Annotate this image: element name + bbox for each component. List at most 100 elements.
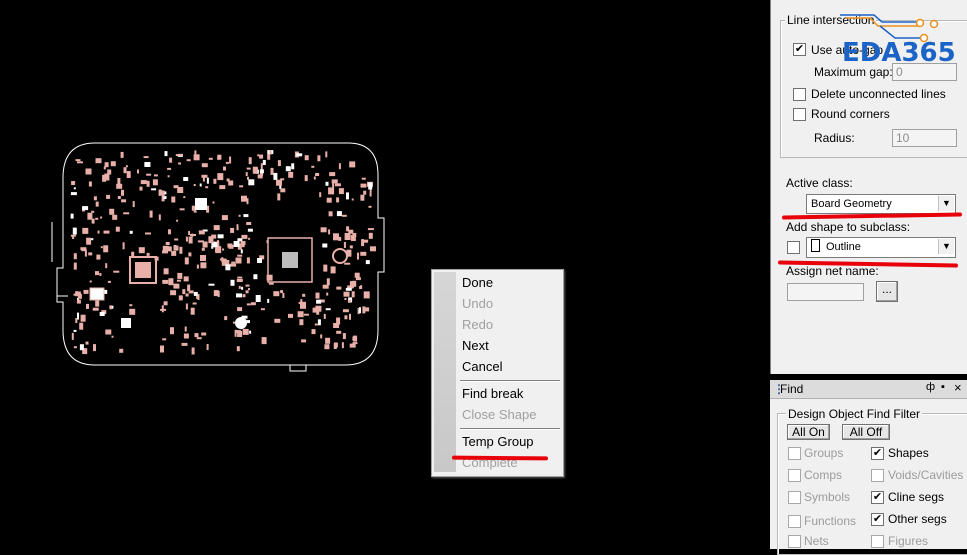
component-pad <box>217 155 221 160</box>
chevron-down-icon[interactable]: ▼ <box>938 196 954 211</box>
component-pad <box>236 224 239 231</box>
component-pad <box>215 248 220 252</box>
component-pad <box>299 319 304 326</box>
restore-icon[interactable]: ▪ <box>941 381 945 393</box>
round-corners-checkbox[interactable] <box>793 108 806 121</box>
component-pad <box>208 157 213 160</box>
component-pad <box>226 178 230 182</box>
browse-net-button[interactable]: ... <box>876 281 898 302</box>
component-pad <box>125 165 128 168</box>
pcb-board-view[interactable] <box>0 0 763 549</box>
component-pad <box>93 196 97 201</box>
component-pad <box>217 234 224 239</box>
component-pad <box>319 192 322 198</box>
round-corners-label: Round corners <box>811 107 890 121</box>
menu-item-cancel[interactable]: Cancel <box>462 359 502 374</box>
component-pad <box>105 329 112 335</box>
all-off-button[interactable]: All Off <box>842 424 890 440</box>
menu-item-temp-group[interactable]: Temp Group <box>462 434 534 449</box>
component-pad <box>363 239 369 243</box>
component-ring-2 <box>235 317 247 329</box>
menu-item-redo[interactable]: Redo <box>462 317 493 332</box>
component-pad <box>325 308 331 311</box>
net-name-field[interactable] <box>787 283 864 301</box>
board-notch <box>289 365 307 372</box>
cline-segs-checkbox[interactable]: ✔ <box>871 491 884 504</box>
all-on-button[interactable]: All On <box>787 424 830 440</box>
component-pad <box>104 173 110 181</box>
component-pad <box>201 174 208 178</box>
component-ring <box>332 248 348 264</box>
figures-checkbox[interactable] <box>871 535 884 548</box>
component-pad <box>201 163 208 168</box>
subclass-dropdown[interactable]: Outline ▼ <box>806 237 956 258</box>
component-pad <box>129 308 136 315</box>
component-pad <box>193 184 196 186</box>
component-pad <box>113 270 120 273</box>
voids-checkbox[interactable] <box>871 469 884 482</box>
component-pad <box>349 313 351 320</box>
radius-label: Radius: <box>814 131 855 145</box>
delete-unconnected-checkbox[interactable] <box>793 88 806 101</box>
other-segs-checkbox[interactable]: ✔ <box>871 513 884 526</box>
comps-checkbox[interactable] <box>788 469 801 482</box>
menu-item-undo[interactable]: Undo <box>462 296 493 311</box>
component-pad <box>205 186 209 189</box>
component-pad <box>242 294 246 298</box>
pin-icon[interactable]: ф <box>926 381 935 393</box>
component-pad <box>280 290 284 294</box>
nets-checkbox[interactable] <box>788 535 801 548</box>
component-pad <box>365 260 370 265</box>
shapes-checkbox[interactable]: ✔ <box>871 447 884 460</box>
component-pad <box>160 345 164 353</box>
component-pad <box>208 236 214 244</box>
close-icon[interactable]: × <box>954 380 962 395</box>
radius-field[interactable]: 10 <box>892 129 957 147</box>
groups-checkbox[interactable] <box>788 447 801 460</box>
component-pad <box>317 319 321 326</box>
component-pad <box>349 343 356 348</box>
component-pad <box>81 249 86 252</box>
component-pad <box>219 185 226 190</box>
component-pad <box>270 167 274 175</box>
component-pad <box>171 196 176 203</box>
subclass-checkbox[interactable] <box>787 241 800 254</box>
menu-item-find-break[interactable]: Find break <box>462 386 523 401</box>
component-pad <box>236 293 242 298</box>
component-pad <box>192 302 197 305</box>
component-pad <box>291 163 295 170</box>
component-pad <box>257 258 262 263</box>
design-canvas[interactable]: Done Undo Redo Next Cancel Find break Cl… <box>0 0 763 549</box>
menu-item-done[interactable]: Done <box>462 275 493 290</box>
component-pad <box>75 291 79 297</box>
component-pad <box>315 292 320 299</box>
use-auto-gap-checkbox[interactable]: ✔ <box>793 43 806 56</box>
functions-checkbox[interactable] <box>788 515 801 528</box>
component-pad <box>253 167 258 174</box>
component-pad <box>274 318 281 323</box>
component-pad <box>105 263 108 269</box>
component-pad <box>151 188 157 191</box>
component-pad <box>181 342 188 346</box>
active-class-dropdown[interactable]: Board Geometry ▼ <box>806 194 956 214</box>
component-pad <box>163 196 167 200</box>
symbols-checkbox[interactable] <box>788 491 801 504</box>
find-titlebar: ⋮ Find ф ▪ × <box>770 380 967 399</box>
component-pad <box>73 346 77 349</box>
component-pad <box>146 180 150 187</box>
component-pad <box>322 243 328 248</box>
chevron-down-icon[interactable]: ▼ <box>938 239 954 254</box>
component-pad <box>85 168 92 175</box>
component-pad <box>167 175 170 178</box>
component-pad <box>100 216 103 219</box>
bga-cpu-center <box>282 252 298 268</box>
component-pad <box>176 279 181 282</box>
component-pad <box>126 171 131 178</box>
menu-item-close-shape[interactable]: Close Shape <box>462 407 536 422</box>
component-pad <box>259 169 264 174</box>
component-pad <box>164 191 167 195</box>
component-pad <box>326 197 332 203</box>
menu-item-next[interactable]: Next <box>462 338 489 353</box>
component-pad <box>121 199 127 203</box>
component-pad <box>110 161 116 167</box>
